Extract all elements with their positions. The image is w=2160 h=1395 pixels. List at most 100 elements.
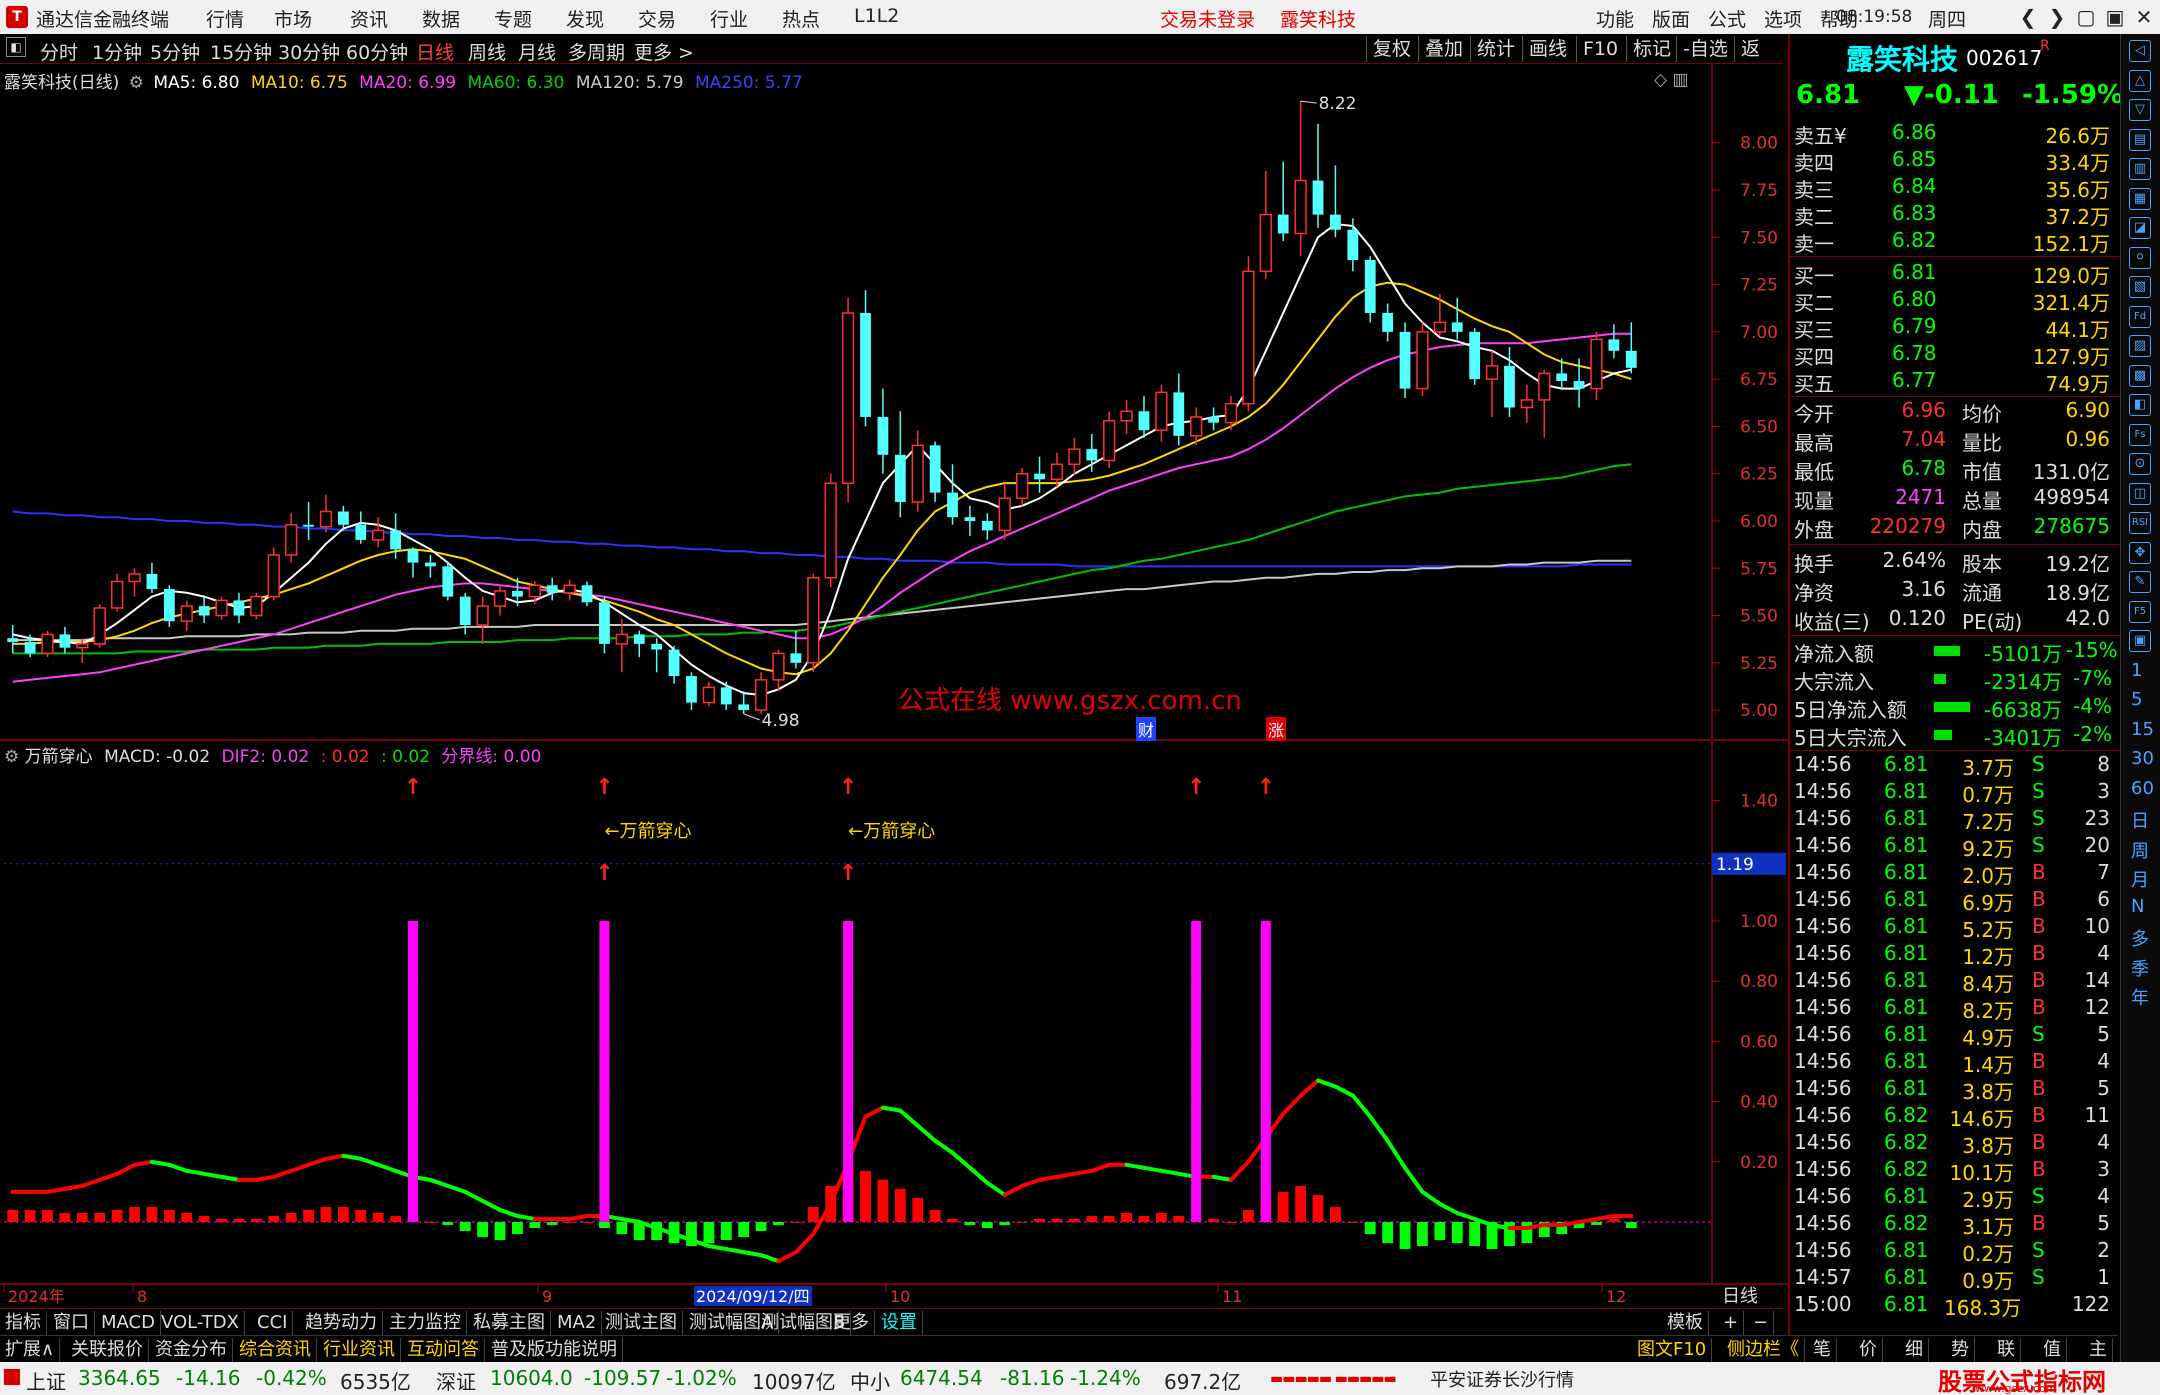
side-tool-icon-13[interactable]: Fs: [2129, 423, 2151, 446]
side-period-32[interactable]: 年: [2131, 984, 2149, 1010]
stat-row[interactable]: 今开 6.96 均价 6.90: [1794, 398, 2114, 426]
ask-row[interactable]: 卖四 6.85 33.4万: [1794, 147, 2114, 175]
menu-item-8[interactable]: 热点: [782, 5, 820, 32]
side-period-30[interactable]: 多: [2131, 925, 2149, 951]
side-tool-icon-16[interactable]: RSI: [2129, 512, 2151, 534]
window-button-1[interactable]: ❯: [2043, 3, 2071, 31]
indicator-tab-13[interactable]: 设置: [876, 1311, 923, 1335]
side-tool-icon-10[interactable]: ▨: [2129, 335, 2151, 357]
period-tab-3[interactable]: 15分钟: [210, 38, 272, 65]
tick-row[interactable]: 14:56 6.81 1.2万 B 4: [1794, 941, 2114, 969]
tick-row[interactable]: 14:56 6.81 7.2万 S 23: [1794, 806, 2114, 834]
right-tab-6[interactable]: 联: [1992, 1338, 2021, 1362]
indicator-tab-9[interactable]: 测试主图: [600, 1311, 683, 1335]
chart-tool-7[interactable]: 返回: [1734, 36, 1783, 86]
period-tab-1[interactable]: 1分钟: [92, 38, 142, 65]
top-menu-3[interactable]: 选项: [1764, 5, 1802, 32]
chart-tool-5[interactable]: 标记: [1626, 36, 1677, 62]
window-button-0[interactable]: ❮: [2014, 3, 2042, 31]
tab-control-0[interactable]: 模板: [1662, 1311, 1709, 1335]
menu-item-4[interactable]: 专题: [494, 5, 532, 32]
chart-tool-2[interactable]: 统计: [1470, 36, 1521, 62]
sz-name[interactable]: 深证: [436, 1366, 476, 1395]
side-tool-icon-9[interactable]: Fd: [2129, 305, 2151, 328]
stat-row[interactable]: 现量 2471 总量 498954: [1794, 485, 2114, 513]
side-period-22[interactable]: 5: [2131, 689, 2142, 710]
window-button-3[interactable]: ▣: [2101, 3, 2129, 31]
chart-tool-6[interactable]: -自选: [1676, 36, 1734, 62]
stat2-row[interactable]: 收益(三) 0.120 PE(动) 42.0: [1794, 606, 2114, 634]
indicator-tab-12[interactable]: 更多: [828, 1311, 875, 1335]
tick-row[interactable]: 14:56 6.81 8.4万 B 14: [1794, 968, 2114, 996]
ask-row[interactable]: 卖一 6.82 152.1万: [1794, 228, 2114, 256]
tab-control-1[interactable]: +: [1718, 1311, 1745, 1335]
ask-row[interactable]: 卖三 6.84 35.6万: [1794, 174, 2114, 202]
tick-row[interactable]: 14:56 6.82 3.1万 B 5: [1794, 1211, 2114, 1239]
side-tool-icon-20[interactable]: ▣: [2129, 630, 2151, 652]
side-period-31[interactable]: 季: [2131, 955, 2149, 981]
window-button-4[interactable]: ✕: [2130, 3, 2158, 31]
indicator-tab-2[interactable]: MACD: [96, 1311, 161, 1335]
indicator-tab-1[interactable]: 窗口: [48, 1311, 95, 1335]
menu-item-9[interactable]: L1L2: [854, 5, 899, 27]
right-tab-0[interactable]: 图文F10: [1632, 1338, 1713, 1362]
side-period-28[interactable]: 月: [2131, 866, 2149, 892]
side-tool-icon-5[interactable]: ▦: [2129, 187, 2151, 210]
menu-item-5[interactable]: 发现: [566, 5, 604, 32]
info-tab-6[interactable]: 普及版功能说明: [486, 1338, 623, 1362]
indicator-tab-0[interactable]: 指标: [0, 1311, 47, 1335]
flow-row[interactable]: 5日大宗流入 -3401万 -2%: [1794, 722, 2114, 750]
legend-gear-icon[interactable]: ⚙: [129, 73, 144, 93]
side-tool-icon-11[interactable]: ▩: [2129, 364, 2151, 387]
right-tab-5[interactable]: 势: [1946, 1338, 1975, 1362]
tick-row[interactable]: 14:56 6.81 2.9万 S 4: [1794, 1184, 2114, 1212]
side-tool-icon-14[interactable]: ⊙: [2129, 453, 2151, 475]
side-tool-icon-7[interactable]: ⚪: [2129, 246, 2151, 269]
side-tool-icon-12[interactable]: ◧: [2129, 394, 2151, 416]
side-tool-icon-2[interactable]: ▽: [2129, 99, 2151, 121]
side-period-29[interactable]: N: [2131, 896, 2144, 917]
stat-row[interactable]: 最高 7.04 量比 0.96: [1794, 427, 2114, 455]
side-period-26[interactable]: 日: [2131, 807, 2149, 833]
info-tab-4[interactable]: 行业资讯: [318, 1338, 401, 1362]
side-tool-icon-17[interactable]: ✥: [2129, 541, 2151, 564]
tick-row[interactable]: 14:56 6.81 3.7万 S 8: [1794, 752, 2114, 780]
tick-row[interactable]: 14:56 6.81 9.2万 S 20: [1794, 833, 2114, 861]
top-menu-0[interactable]: 功能: [1596, 5, 1634, 32]
side-period-25[interactable]: 60: [2131, 778, 2154, 799]
collapse-icon[interactable]: ◧: [6, 37, 26, 57]
info-tab-3[interactable]: 综合资讯: [234, 1338, 317, 1362]
menu-item-1[interactable]: 市场: [274, 5, 312, 32]
right-tab-1[interactable]: 侧边栏《: [1722, 1338, 1805, 1362]
tick-row[interactable]: 14:56 6.81 0.7万 S 3: [1794, 779, 2114, 807]
tick-row[interactable]: 14:56 6.82 14.6万 B 11: [1794, 1103, 2114, 1131]
tick-row[interactable]: 14:56 6.81 4.9万 S 5: [1794, 1022, 2114, 1050]
side-period-21[interactable]: 1: [2131, 660, 2142, 681]
tick-row[interactable]: 14:56 6.81 5.2万 B 10: [1794, 914, 2114, 942]
tick-row[interactable]: 15:00 6.81 168.3万 122: [1794, 1292, 2114, 1320]
zx-name[interactable]: 中小: [850, 1366, 890, 1395]
tick-row[interactable]: 14:56 6.81 2.0万 B 7: [1794, 860, 2114, 888]
indicator-tab-6[interactable]: 主力监控: [384, 1311, 467, 1335]
bid-row[interactable]: 买一 6.81 129.0万: [1794, 260, 2114, 288]
login-status[interactable]: 交易未登录: [1160, 5, 1255, 32]
period-tab-7[interactable]: 周线: [468, 38, 506, 65]
side-period-27[interactable]: 周: [2131, 837, 2149, 863]
menu-item-0[interactable]: 行情: [206, 5, 244, 32]
info-tab-0[interactable]: 扩展∧: [0, 1338, 61, 1362]
flow-row[interactable]: 大宗流入 -2314万 -7%: [1794, 666, 2114, 694]
chart-tool-4[interactable]: F10: [1576, 36, 1624, 62]
tick-row[interactable]: 14:56 6.81 1.4万 B 4: [1794, 1049, 2114, 1077]
indicator-tab-7[interactable]: 私募主图: [468, 1311, 551, 1335]
stat-row[interactable]: 最低 6.78 市值 131.0亿: [1794, 456, 2114, 484]
tick-row[interactable]: 14:56 6.82 3.8万 B 4: [1794, 1130, 2114, 1158]
period-tab-10[interactable]: 更多 >: [634, 38, 694, 65]
side-tool-icon-0[interactable]: ◁: [2129, 40, 2151, 62]
ask-row[interactable]: 卖五¥ 6.86 26.6万: [1794, 120, 2114, 148]
flow-row[interactable]: 净流入额 -5101万 -15%: [1794, 638, 2118, 666]
side-tool-icon-19[interactable]: F5: [2129, 600, 2151, 623]
menu-item-3[interactable]: 数据: [422, 5, 460, 32]
bid-row[interactable]: 买四 6.78 127.9万: [1794, 341, 2114, 369]
info-tab-5[interactable]: 互动问答: [402, 1338, 485, 1362]
right-tab-4[interactable]: 细: [1900, 1338, 1929, 1362]
